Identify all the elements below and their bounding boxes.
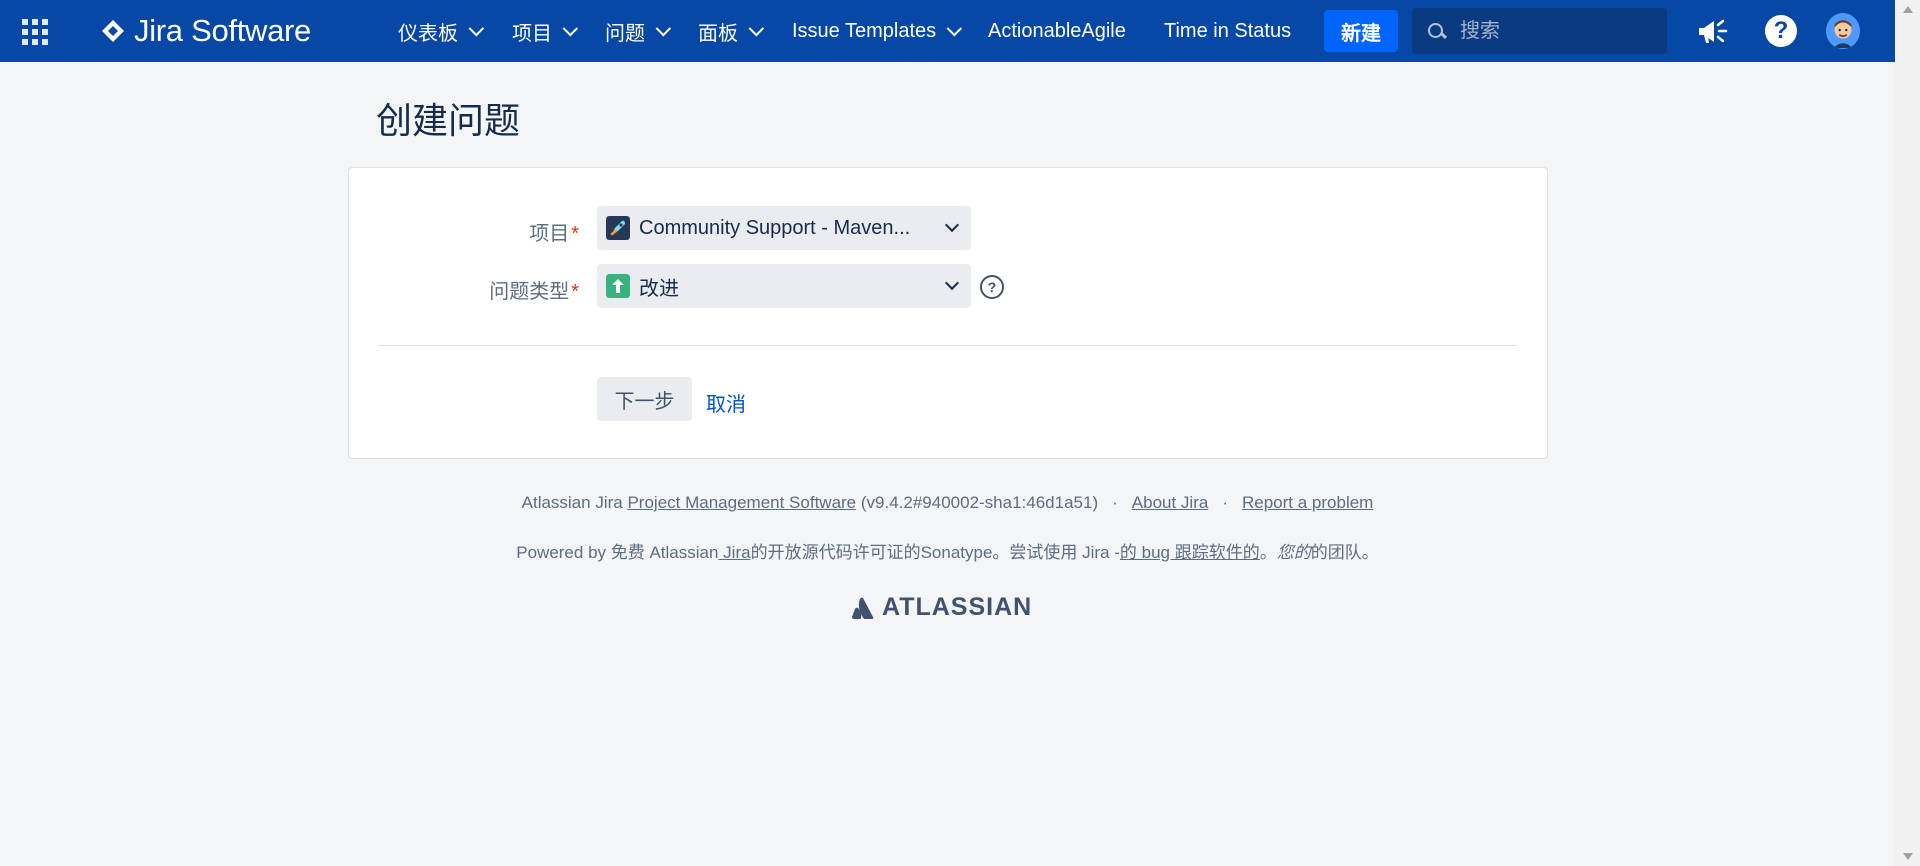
required-asterisk: * — [571, 281, 579, 303]
chevron-down-icon — [944, 217, 960, 233]
footer-separator: · — [1222, 493, 1228, 512]
project-management-software-link[interactable]: Project Management Software — [627, 493, 856, 512]
jira-diamond-icon — [102, 20, 124, 42]
issue-type-select-value: 改进 — [639, 277, 679, 300]
issue-type-label-text: 问题类型 — [489, 281, 570, 303]
chevron-down-icon — [468, 20, 485, 36]
scroll-up-arrow-icon[interactable] — [1903, 6, 1913, 13]
footer-italic-text: 您的 — [1276, 543, 1311, 562]
next-step-button[interactable]: 下一步 — [597, 377, 692, 421]
project-field-label: 项目 * — [349, 217, 579, 246]
chevron-down-icon — [748, 20, 765, 36]
nav-actionableagile[interactable]: ActionableAgile — [988, 0, 1126, 62]
form-divider — [378, 345, 1516, 346]
improvement-arrow-icon — [606, 274, 630, 298]
required-asterisk: * — [571, 223, 579, 245]
project-label-text: 项目 — [529, 223, 570, 245]
nav-dashboards-label: 仪表板 — [398, 22, 458, 45]
rocket-project-icon — [606, 216, 630, 240]
footer-line-version: Atlassian Jira Project Management Softwa… — [0, 493, 1895, 513]
search-input[interactable] — [1458, 18, 1652, 44]
vertical-scrollbar[interactable] — [1895, 0, 1920, 866]
create-issue-button[interactable]: 新建 — [1324, 10, 1398, 52]
nav-time-in-status[interactable]: Time in Status — [1164, 0, 1291, 62]
help-glyph: ? — [1765, 15, 1797, 47]
search-box[interactable] — [1412, 8, 1667, 54]
chevron-down-icon — [655, 20, 672, 36]
issue-type-select[interactable]: 改进 — [597, 264, 971, 308]
nav-time-in-status-label: Time in Status — [1164, 19, 1292, 42]
jira-software-logo[interactable]: Jira Software — [102, 13, 311, 48]
megaphone-icon — [1699, 19, 1728, 43]
chevron-down-icon — [562, 20, 579, 36]
jira-link[interactable]: Jira — [718, 543, 750, 562]
scroll-down-arrow-icon[interactable] — [1903, 853, 1913, 860]
bug-tracking-link[interactable]: 的 bug 跟踪软件的 — [1120, 543, 1260, 562]
page-title: 创建问题 — [376, 100, 521, 141]
nav-issue-templates-label: Issue Templates — [792, 19, 937, 42]
atlassian-a-icon — [852, 597, 874, 619]
chevron-down-icon — [946, 20, 963, 36]
footer-text: Atlassian Jira — [521, 493, 628, 512]
avatar — [1826, 13, 1860, 49]
nav-projects-label: 项目 — [512, 22, 552, 45]
issue-type-field-label: 问题类型 * — [349, 275, 579, 304]
footer-version-text: (v9.4.2#940002-sha1:46d1a51) — [856, 493, 1099, 512]
footer-separator: · — [1112, 493, 1118, 512]
footer-text: Powered by 免费 Atlassian — [516, 543, 719, 562]
footer-line-powered: Powered by 免费 Atlassian Jira的开放源代码许可证的So… — [0, 538, 1895, 563]
project-select-value: Community Support - Maven... — [639, 216, 911, 239]
app-switcher-grid-icon[interactable] — [22, 19, 48, 45]
footer-text: 。 — [1259, 543, 1277, 562]
nav-boards[interactable]: 面板 — [698, 0, 765, 62]
nav-actionableagile-label: ActionableAgile — [988, 19, 1126, 42]
footer-text: 的开放源代码许可证的Sonatype。尝试使用 Jira - — [750, 543, 1120, 562]
report-problem-link[interactable]: Report a problem — [1242, 493, 1373, 512]
nav-dashboards[interactable]: 仪表板 — [398, 0, 485, 62]
nav-issues[interactable]: 问题 — [605, 0, 672, 62]
create-issue-form: 项目 * Community Support - Maven... 问题类型 * 改… — [348, 167, 1548, 459]
user-avatar-icon[interactable] — [1826, 13, 1860, 49]
chevron-down-icon — [944, 275, 960, 291]
atlassian-logo[interactable]: ATLASSIAN — [852, 593, 1032, 622]
top-navigation-bar: Jira Software 仪表板 项目 问题 面板 Issue Templat… — [0, 0, 1895, 62]
nav-issue-templates[interactable]: Issue Templates — [792, 0, 963, 62]
cancel-link[interactable]: 取消 — [706, 388, 746, 417]
nav-projects[interactable]: 项目 — [512, 0, 579, 62]
project-select[interactable]: Community Support - Maven... — [597, 206, 971, 250]
search-icon — [1428, 23, 1448, 40]
nav-issues-label: 问题 — [605, 22, 645, 45]
nav-boards-label: 面板 — [698, 22, 738, 45]
atlassian-wordmark: ATLASSIAN — [882, 593, 1033, 621]
issue-type-help-icon[interactable]: ? — [980, 275, 1004, 299]
about-jira-link[interactable]: About Jira — [1132, 493, 1209, 512]
help-icon[interactable]: ? — [1764, 14, 1798, 48]
footer-text: 的团队。 — [1310, 543, 1379, 562]
product-name: Jira Software — [134, 13, 311, 48]
announcement-megaphone-icon[interactable] — [1696, 14, 1730, 48]
